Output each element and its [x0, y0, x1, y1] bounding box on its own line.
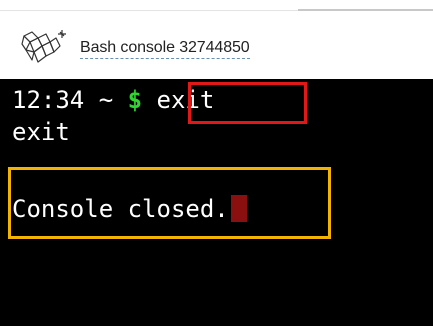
terminal-output-line: exit [12, 118, 70, 146]
status-highlight-box [8, 167, 331, 239]
prompt-time: 12:34 [12, 86, 85, 114]
prompt-directory: ~ [98, 86, 114, 114]
console-header: Bash console 32744850 [0, 11, 433, 79]
command-highlight-box [188, 82, 307, 124]
pythonanywhere-logo-icon [21, 30, 66, 63]
console-title: Bash console 32744850 [80, 39, 250, 59]
terminal-command-line: 12:34 ~ $ exit [12, 85, 214, 115]
terminal-screen[interactable]: 12:34 ~ $ exit exit Console closed. [0, 79, 433, 326]
prompt-dollar-sign: $ [127, 86, 143, 114]
